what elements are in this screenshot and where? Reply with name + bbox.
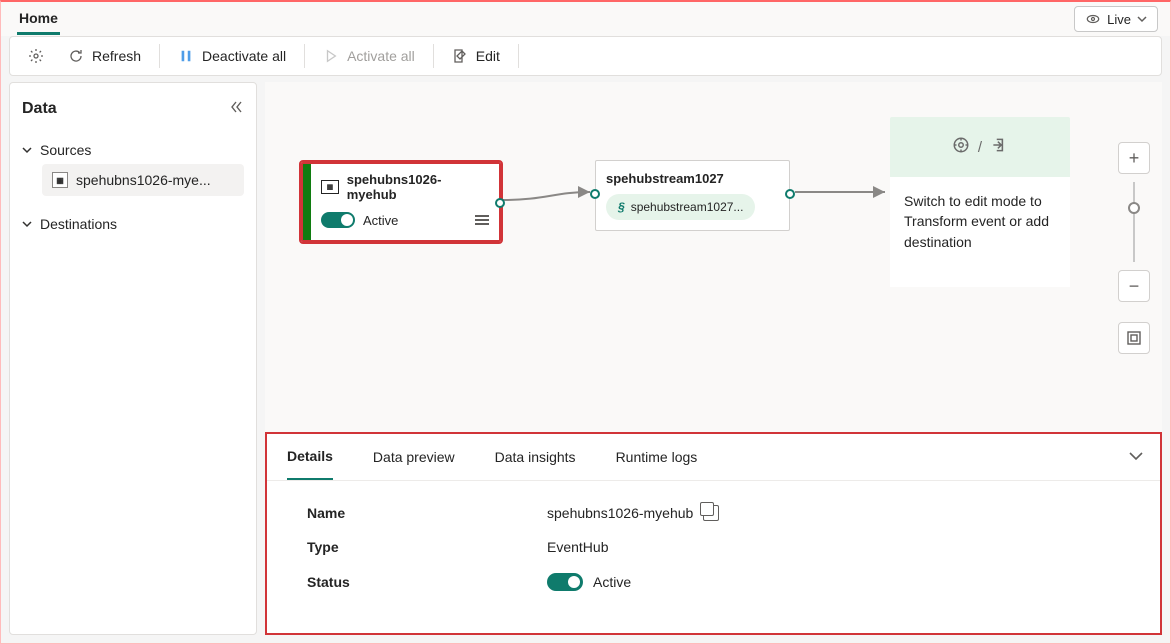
gear-icon [28,48,44,64]
stream-icon: § [618,200,625,214]
separator [159,44,160,68]
transform-icon [952,136,970,158]
detail-status-label: Status [307,574,547,590]
collapse-panel-button[interactable] [1128,448,1144,467]
eventhub-icon: ▦ [52,172,68,188]
collapse-sidebar-icon[interactable] [228,99,244,118]
stream-node-title: spehubstream1027 [606,171,779,186]
output-icon [990,136,1008,158]
separator [518,44,519,68]
slash: / [978,139,982,156]
destinations-label: Destinations [40,216,117,232]
tab-details[interactable]: Details [287,434,333,480]
deactivate-all-button[interactable]: Deactivate all [168,42,296,70]
status-toggle[interactable] [547,573,583,591]
activate-all-button[interactable]: Activate all [313,42,425,70]
pause-icon [178,48,194,64]
stream-pill[interactable]: § spehubstream1027... [606,194,755,220]
detail-type-value: EventHub [547,539,608,555]
sources-header[interactable]: Sources [22,136,244,164]
refresh-icon [68,48,84,64]
detail-status-value: Active [593,574,631,590]
source-item-label: spehubns1026-mye... [76,172,211,188]
zoom-out-button[interactable]: − [1118,270,1150,302]
edit-icon [452,48,468,64]
sources-label: Sources [40,142,91,158]
data-sidebar: Data Sources ▦ spehubns1026-mye... Dest [9,82,257,635]
zoom-thumb[interactable] [1128,202,1140,214]
chevron-down-icon [22,142,34,158]
chevron-down-icon [1137,12,1147,27]
live-label: Live [1107,12,1131,27]
detail-name-label: Name [307,505,547,521]
separator [304,44,305,68]
input-port[interactable] [590,189,600,199]
activate-label: Activate all [347,48,415,64]
output-port[interactable] [785,189,795,199]
edit-label: Edit [476,48,500,64]
source-node-title: spehubns1026-myehub [347,172,489,202]
source-item[interactable]: ▦ spehubns1026-mye... [42,164,244,196]
tab-runtime-logs[interactable]: Runtime logs [616,435,698,479]
destination-placeholder[interactable]: / Switch to edit mode to Transform event… [890,117,1070,287]
tab-data-preview[interactable]: Data preview [373,435,455,479]
menu-icon[interactable] [475,215,489,225]
active-toggle[interactable] [321,212,355,228]
stream-node[interactable]: spehubstream1027 § spehubstream1027... [595,160,790,231]
copy-button[interactable] [703,505,719,521]
eye-icon [1085,11,1101,27]
details-panel: Details Data preview Data insights Runti… [265,432,1162,635]
detail-type-label: Type [307,539,547,555]
flow-canvas[interactable]: ▦ spehubns1026-myehub Active [265,82,1162,432]
live-button[interactable]: Live [1074,6,1158,32]
separator [433,44,434,68]
settings-button[interactable] [18,42,54,70]
details-tabs: Details Data preview Data insights Runti… [267,434,1160,481]
header-tabbar: Home Live [1,2,1170,36]
edit-button[interactable]: Edit [442,42,510,70]
source-node[interactable]: ▦ spehubns1026-myehub Active [301,162,501,242]
source-status-label: Active [363,213,398,228]
zoom-controls: + − [1118,142,1150,354]
output-port[interactable] [495,198,505,208]
refresh-label: Refresh [92,48,141,64]
tab-data-insights[interactable]: Data insights [495,435,576,479]
stream-pill-label: spehubstream1027... [631,200,744,214]
deactivate-label: Deactivate all [202,48,286,64]
fit-to-screen-button[interactable] [1118,322,1150,354]
toolbar: Refresh Deactivate all Activate all Edit [9,36,1162,76]
sidebar-title: Data [22,100,57,118]
detail-name-value: spehubns1026-myehub [547,505,693,521]
chevron-down-icon [22,216,34,232]
refresh-button[interactable]: Refresh [58,42,151,70]
zoom-in-button[interactable]: + [1118,142,1150,174]
play-icon [323,48,339,64]
eventhub-icon: ▦ [321,180,339,194]
status-stripe [303,164,311,240]
destination-help-text: Switch to edit mode to Transform event o… [890,177,1070,287]
destinations-header[interactable]: Destinations [22,210,244,238]
tab-home[interactable]: Home [17,4,60,35]
zoom-slider[interactable] [1133,182,1135,262]
